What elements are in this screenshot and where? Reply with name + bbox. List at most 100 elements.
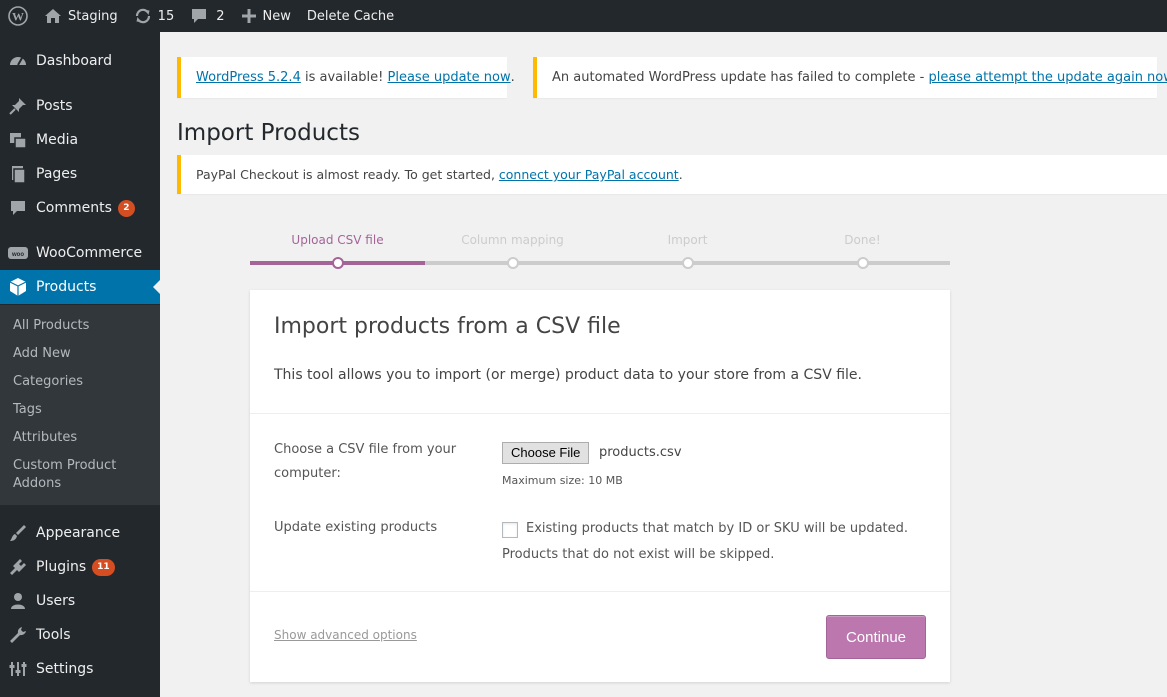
updates-count: 15	[157, 8, 175, 24]
menu-plugins[interactable]: Plugins 11	[0, 550, 160, 584]
file-field-label: Choose a CSV file from your computer:	[274, 442, 457, 481]
menu-users[interactable]: Users	[0, 584, 160, 618]
products-submenu: All Products Add New Categories Tags Att…	[0, 305, 160, 505]
submenu-attributes[interactable]: Attributes	[13, 429, 153, 447]
show-advanced-options-link[interactable]: Show advanced options	[274, 628, 417, 642]
update-end-text: .	[510, 70, 515, 85]
menu-settings[interactable]: Settings	[0, 652, 160, 686]
comment-icon	[0, 198, 36, 218]
card-divider-top	[250, 413, 950, 414]
new-label: New	[262, 8, 291, 24]
step-dot-done	[857, 257, 869, 269]
update-now-link[interactable]: Please update now	[388, 70, 511, 85]
submenu-custom-product-addons[interactable]: Custom Product Addons	[13, 457, 153, 493]
page-title: Import Products	[177, 120, 360, 146]
pushpin-icon	[0, 96, 36, 116]
comments-badge: 2	[117, 199, 135, 217]
submenu-categories[interactable]: Categories	[13, 373, 153, 391]
import-card: Import products from a CSV file This too…	[250, 290, 950, 682]
connect-paypal-link[interactable]: connect your PayPal account	[499, 167, 679, 182]
site-name: Staging	[68, 8, 118, 24]
card-title: Import products from a CSV file	[274, 314, 621, 339]
updates-icon	[135, 8, 150, 24]
users-icon	[0, 591, 36, 611]
update-available-text: is available!	[300, 70, 388, 85]
menu-woocommerce[interactable]: woo WooCommerce	[0, 236, 160, 270]
update-existing-label: Update existing products	[274, 520, 438, 535]
pages-icon	[0, 164, 36, 184]
menu-users-label: Users	[36, 593, 76, 609]
submenu-tags[interactable]: Tags	[13, 401, 153, 419]
update-existing-description: Existing products that match by ID or SK…	[526, 521, 909, 536]
menu-products-label: Products	[36, 279, 97, 295]
card-description: This tool allows you to import (or merge…	[274, 367, 862, 383]
submenu-all-products[interactable]: All Products	[13, 317, 153, 335]
delete-cache-label: Delete Cache	[306, 8, 395, 24]
selected-file-name: products.csv	[599, 445, 682, 460]
menu-products[interactable]: Products	[0, 270, 160, 304]
site-name-menu[interactable]: Staging	[36, 0, 126, 32]
menu-appearance[interactable]: Appearance	[0, 516, 160, 550]
menu-pages-label: Pages	[36, 166, 78, 182]
svg-text:W: W	[12, 10, 24, 24]
menu-comments-label: Comments	[36, 200, 112, 216]
step-import: Import	[667, 233, 708, 247]
wordpress-logo-icon: W	[8, 6, 28, 26]
max-size-text: Maximum size: 10 MB	[502, 474, 623, 487]
plus-icon	[241, 9, 256, 23]
admin-sidebar: Dashboard Posts Media Pages Comments 2 w…	[0, 32, 160, 697]
step-dot-mapping	[507, 257, 519, 269]
skip-products-description: Products that do not exist will be skipp…	[502, 547, 775, 562]
wordpress-logo-menu[interactable]: W	[0, 0, 36, 32]
comments-menu[interactable]: 2	[182, 0, 232, 32]
card-divider-bottom	[250, 591, 950, 592]
menu-settings-label: Settings	[36, 661, 94, 677]
paypal-notice: PayPal Checkout is almost ready. To get …	[177, 155, 1167, 194]
paypal-notice-end: .	[678, 167, 683, 182]
menu-comments[interactable]: Comments 2	[0, 191, 160, 225]
step-dot-import	[682, 257, 694, 269]
updates-menu[interactable]: 15	[126, 0, 183, 32]
products-box-icon	[0, 277, 36, 297]
settings-sliders-icon	[0, 659, 36, 679]
appearance-brush-icon	[0, 523, 36, 543]
menu-pages[interactable]: Pages	[0, 157, 160, 191]
step-dot-upload	[332, 257, 344, 269]
plugins-icon	[0, 557, 36, 577]
step-done: Done!	[844, 233, 881, 247]
update-existing-checkbox[interactable]	[502, 522, 518, 538]
home-icon	[45, 9, 61, 23]
menu-dashboard-label: Dashboard	[36, 53, 112, 69]
step-column-mapping: Column mapping	[461, 233, 564, 247]
new-content-menu[interactable]: New	[233, 0, 299, 32]
menu-woocommerce-label: WooCommerce	[36, 245, 143, 261]
update-failed-notice: An automated WordPress update has failed…	[533, 57, 1167, 98]
attempt-update-link[interactable]: please attempt the update again now	[928, 70, 1167, 85]
menu-media-label: Media	[36, 132, 79, 148]
menu-media[interactable]: Media	[0, 123, 160, 157]
continue-button[interactable]: Continue	[826, 615, 926, 659]
import-progress-steps: Upload CSV file Column mapping Import Do…	[250, 233, 950, 273]
dashboard-icon	[0, 51, 36, 71]
admin-bar: W Staging 15 2 New Delete Cache	[0, 0, 1167, 32]
woocommerce-icon: woo	[0, 245, 36, 261]
comments-count: 2	[216, 8, 225, 24]
choose-file-button[interactable]: Choose File	[502, 442, 590, 464]
update-failed-text: An automated WordPress update has failed…	[552, 70, 929, 85]
step-upload-csv: Upload CSV file	[291, 233, 384, 247]
menu-posts-label: Posts	[36, 98, 73, 114]
menu-tools-label: Tools	[36, 627, 71, 643]
submenu-add-new[interactable]: Add New	[13, 345, 153, 363]
menu-tools[interactable]: Tools	[0, 618, 160, 652]
woo-icon-text: woo	[11, 252, 24, 258]
comment-icon	[192, 9, 207, 23]
wordpress-version-link[interactable]: WordPress 5.2.4	[196, 70, 301, 85]
delete-cache-button[interactable]: Delete Cache	[299, 0, 402, 32]
menu-posts[interactable]: Posts	[0, 89, 160, 123]
menu-plugins-label: Plugins	[36, 559, 87, 575]
menu-dashboard[interactable]: Dashboard	[0, 44, 160, 78]
tools-wrench-icon	[0, 625, 36, 645]
media-icon	[0, 130, 36, 150]
plugins-badge: 11	[92, 558, 115, 576]
menu-appearance-label: Appearance	[36, 525, 121, 541]
